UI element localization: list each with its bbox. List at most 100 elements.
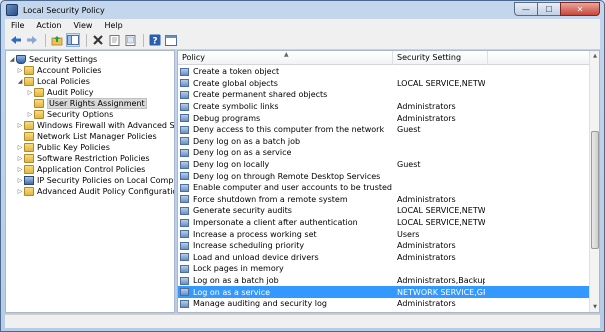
policy-icon — [180, 148, 189, 157]
table-row[interactable]: Create permanent shared objects — [178, 89, 590, 101]
policy-icon — [180, 125, 189, 134]
policy-name: Deny log on through Remote Desktop Servi… — [193, 171, 381, 181]
tree-item-windows-firewall[interactable]: ▷ Windows Firewall with Advanced Securit… — [16, 120, 175, 131]
table-row[interactable]: Force shutdown from a remote system Admin… — [178, 194, 590, 206]
table-row[interactable]: Deny log on through Remote Desktop Servi… — [178, 170, 590, 182]
expand-arrow-icon[interactable]: ▷ — [16, 166, 24, 173]
results-pane[interactable]: Policy ▲ Security Setting Create a token… — [177, 50, 600, 313]
table-row[interactable]: Manage auditing and security log Administ… — [178, 298, 590, 310]
folder-icon — [34, 99, 44, 108]
table-row[interactable]: Log on as a service NETWORK SERVICE,GRO..… — [178, 286, 590, 298]
expand-arrow-icon[interactable]: ▷ — [26, 111, 34, 118]
tree-item-security-settings[interactable]: ◢ Security Settings — [8, 54, 97, 65]
table-row[interactable]: Enable computer and user accounts to be … — [178, 182, 590, 194]
table-row[interactable]: Deny log on locally Guest — [178, 159, 590, 171]
back-button[interactable] — [9, 33, 23, 47]
scroll-up-icon[interactable]: ▲ — [590, 51, 599, 61]
show-hide-tree-icon — [67, 35, 79, 45]
policy-name: Lock pages in memory — [193, 264, 284, 274]
table-row[interactable]: Debug programs Administrators — [178, 112, 590, 124]
console-button[interactable] — [164, 33, 178, 47]
tree-item-security-options[interactable]: ▷ Security Options — [26, 109, 113, 120]
security-setting-value: Administrators — [397, 102, 456, 112]
vertical-scrollbar[interactable]: ▲ ▼ — [589, 51, 599, 312]
menu-action[interactable]: Action — [30, 21, 67, 30]
table-row[interactable]: Generate security audits LOCAL SERVICE,NE… — [178, 205, 590, 217]
expand-arrow-icon[interactable]: ▷ — [16, 188, 24, 195]
policy-name: Debug programs — [193, 113, 261, 123]
security-setting-value: Administrators — [397, 113, 456, 123]
forward-button[interactable] — [25, 33, 39, 47]
scroll-thumb[interactable] — [591, 131, 599, 249]
close-button[interactable]: ✕ — [560, 2, 600, 16]
tree-item-advanced-audit[interactable]: ▷ Advanced Audit Policy Configuration — [16, 186, 174, 197]
tree-item-network-list-manager[interactable]: Network List Manager Policies — [16, 131, 157, 142]
menu-help[interactable]: Help — [98, 21, 128, 30]
tree-item-account-policies[interactable]: ▷ Account Policies — [16, 65, 101, 76]
tree-item-label: Local Policies — [37, 77, 90, 86]
menu-file[interactable]: File — [5, 21, 30, 30]
maximize-button[interactable]: ☐ — [537, 2, 561, 16]
tree-item-local-policies[interactable]: ◢ Local Policies — [16, 76, 90, 87]
menu-bar: File Action View Help — [5, 19, 600, 31]
minimize-icon: — — [522, 4, 530, 14]
tree-item-label: Windows Firewall with Advanced Security — [37, 121, 175, 130]
column-policy[interactable]: Policy ▲ — [178, 51, 393, 65]
scroll-down-icon[interactable]: ▼ — [590, 302, 599, 312]
collapse-arrow-icon[interactable]: ◢ — [8, 56, 16, 63]
tree-item-software-restriction[interactable]: ▷ Software Restriction Policies — [16, 153, 150, 164]
up-folder-button[interactable] — [50, 33, 64, 47]
properties-button[interactable] — [107, 33, 121, 47]
table-row[interactable]: Lock pages in memory — [178, 263, 590, 275]
policy-name: Create global objects — [193, 78, 278, 88]
minimize-button[interactable]: — — [514, 2, 538, 16]
tree-item-label: Security Settings — [29, 55, 98, 64]
expand-arrow-icon[interactable]: ▷ — [16, 177, 24, 184]
policy-icon — [180, 288, 189, 297]
folder-icon — [24, 121, 34, 130]
folder-icon — [24, 66, 34, 75]
table-row[interactable]: Deny log on as a service — [178, 147, 590, 159]
column-security-setting[interactable]: Security Setting — [393, 51, 488, 65]
policy-icon — [180, 183, 189, 192]
table-row[interactable]: Increase a process working set Users — [178, 228, 590, 240]
export-list-button[interactable] — [123, 33, 137, 47]
policy-name: Create a token object — [193, 67, 280, 77]
tree-item-ip-security[interactable]: ▷ IP Security Policies on Local Computer — [16, 175, 174, 186]
expand-arrow-icon[interactable]: ▷ — [16, 122, 24, 129]
collapse-arrow-icon[interactable]: ◢ — [16, 78, 24, 85]
export-list-icon — [125, 34, 135, 46]
table-row[interactable]: Deny access to this computer from the ne… — [178, 124, 590, 136]
policy-name: Log on as a batch job — [193, 276, 279, 286]
table-row[interactable]: Create symbolic links Administrators — [178, 101, 590, 113]
policy-icon — [180, 160, 189, 169]
console-tree[interactable]: ◢ Security Settings ▷ Account Policies ◢… — [5, 50, 175, 313]
expand-arrow-icon[interactable]: ▷ — [26, 89, 34, 96]
delete-icon — [93, 35, 103, 45]
policy-name: Increase a process working set — [193, 229, 317, 239]
tree-item-audit-policy[interactable]: ▷ Audit Policy — [26, 87, 94, 98]
table-row[interactable]: Impersonate a client after authenticatio… — [178, 217, 590, 229]
policy-icon — [180, 230, 189, 239]
status-bar — [5, 314, 600, 328]
policy-icon — [180, 264, 189, 273]
table-row[interactable]: Increase scheduling priority Administrato… — [178, 240, 590, 252]
table-row[interactable]: Create global objects LOCAL SERVICE,NETWO… — [178, 78, 590, 90]
menu-view[interactable]: View — [67, 21, 98, 30]
expand-arrow-icon[interactable]: ▷ — [16, 155, 24, 162]
tree-item-user-rights-assignment[interactable]: User Rights Assignment — [26, 98, 147, 109]
tree-item-application-control[interactable]: ▷ Application Control Policies — [16, 164, 145, 175]
delete-button[interactable] — [91, 33, 105, 47]
expand-arrow-icon[interactable]: ▷ — [16, 67, 24, 74]
show-hide-tree-button[interactable] — [66, 33, 80, 47]
folder-icon — [24, 165, 34, 174]
table-row[interactable]: Load and unload device drivers Administra… — [178, 252, 590, 264]
table-row[interactable]: Deny log on as a batch job — [178, 136, 590, 148]
help-button[interactable]: ? — [148, 33, 162, 47]
table-row[interactable]: Create a token object — [178, 66, 590, 78]
expand-arrow-icon[interactable]: ▷ — [16, 144, 24, 151]
policy-name: Force shutdown from a remote system — [193, 194, 348, 204]
title-bar[interactable]: Local Security Policy — ☐ ✕ — [1, 1, 604, 19]
tree-item-public-key-policies[interactable]: ▷ Public Key Policies — [16, 142, 110, 153]
table-row[interactable]: Log on as a batch job Administrators,Back… — [178, 275, 590, 287]
